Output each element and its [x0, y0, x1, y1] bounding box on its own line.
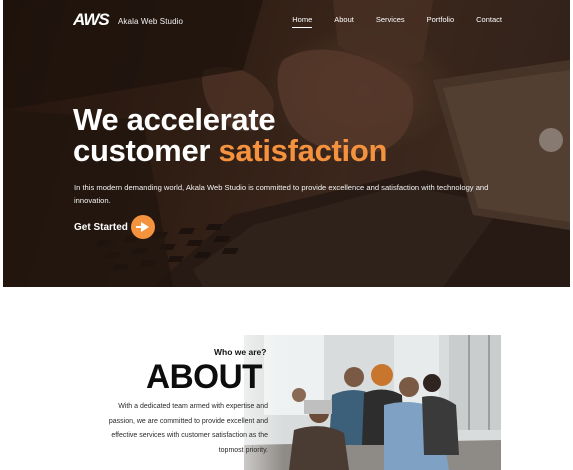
hero-headline-line2: customer: [73, 133, 219, 168]
hero-headline-line1: We accelerate: [73, 102, 276, 137]
cta-circle[interactable]: [130, 215, 155, 239]
brand-logo[interactable]: AWS Akala Web Studio: [73, 10, 183, 28]
nav-portfolio[interactable]: Portfolio: [427, 15, 455, 24]
hero-description: In this modern demanding world, Akala We…: [74, 183, 489, 205]
nav-services[interactable]: Services: [376, 15, 405, 24]
about-eyebrow: Who we are?: [214, 347, 267, 357]
svg-text:AWS: AWS: [73, 10, 110, 28]
aws-logo-icon: AWS: [73, 10, 111, 28]
nav-about[interactable]: About: [334, 15, 354, 24]
arrow-right-icon: [135, 222, 149, 232]
hero-headline-accent: satisfaction: [218, 133, 388, 168]
brand-name: Akala Web Studio: [118, 16, 184, 26]
about-title: ABOUT: [146, 358, 263, 396]
get-started-label: Get Started: [74, 221, 128, 233]
nav-contact[interactable]: Contact: [476, 15, 502, 24]
nav-home[interactable]: Home: [292, 15, 313, 28]
get-started-button[interactable]: Get Started: [74, 215, 155, 239]
hero-section: AWS Akala Web Studio Home About Services…: [3, 0, 570, 287]
about-description: With a dedicated team armed with experti…: [108, 403, 268, 454]
hero-headline: We accelerate customer satisfaction: [73, 104, 387, 166]
nav-menu: Home About Services Portfolio Contact: [292, 15, 502, 28]
top-navigation: AWS Akala Web Studio Home About Services…: [3, 0, 570, 42]
